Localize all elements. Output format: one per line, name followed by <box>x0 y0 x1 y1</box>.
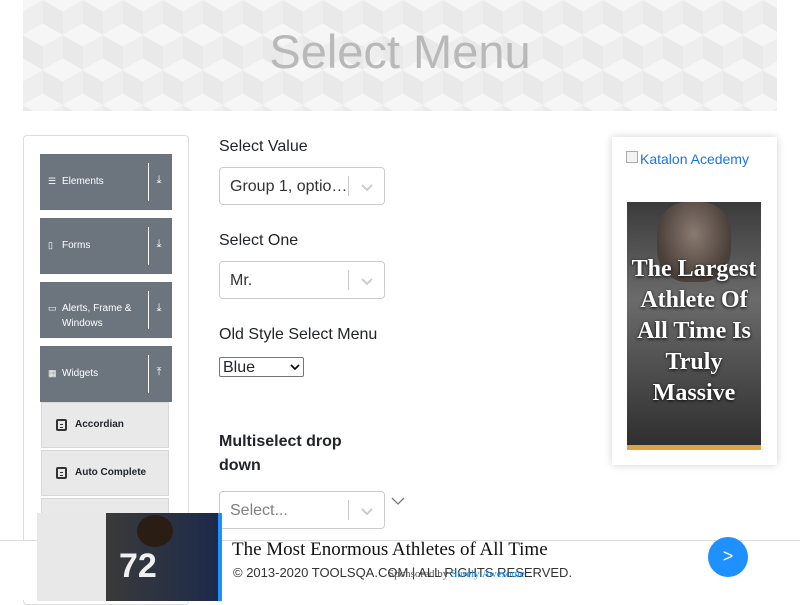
footer-ad-title[interactable]: The Most Enormous Athletes of All Time <box>232 539 548 561</box>
divider <box>348 176 349 196</box>
select-one-dropdown[interactable]: Mr. <box>219 261 385 299</box>
divider <box>348 270 349 290</box>
sidebar-group-alerts-frame-windows[interactable]: ▭ Alerts, Frame & Windows ⤓ <box>40 282 172 338</box>
sidebar-group-widgets[interactable]: ▦ Widgets ⤒ <box>40 346 172 402</box>
sidebar-group-label: Elements <box>62 176 104 187</box>
sponsored-by: Sponsored by Surely Awesome <box>388 568 525 580</box>
divider <box>148 355 149 393</box>
athlete-photo <box>137 515 173 547</box>
chevron-down-icon <box>290 364 300 371</box>
sidebar-item-accordian[interactable]: Accordian <box>41 402 169 448</box>
sidebar-item-auto-complete[interactable]: Auto Complete <box>41 450 169 496</box>
next-ad-button[interactable]: > <box>708 537 748 577</box>
sponsored-prefix: Sponsored by <box>388 568 449 580</box>
document-icon: ▯ <box>48 240 53 250</box>
select-value-dropdown[interactable]: Group 1, option 1 <box>219 167 385 205</box>
divider <box>348 500 349 520</box>
divider <box>148 291 149 329</box>
list-icon: ☰ <box>48 176 57 186</box>
chevron-down-icon[interactable] <box>391 496 405 506</box>
list-icon <box>56 419 67 431</box>
sidebar-group-label: Forms <box>62 240 91 251</box>
list-icon <box>56 467 67 479</box>
katalon-ad-link[interactable]: Katalon Acedemy <box>640 151 749 167</box>
collapse-arrow-icon[interactable]: ⤓ <box>152 302 166 315</box>
chevron-down-icon[interactable] <box>360 274 374 288</box>
divider <box>148 227 149 265</box>
chevron-down-icon[interactable] <box>360 504 374 518</box>
sidebar-group-forms[interactable]: ▯ Forms ⤓ <box>40 218 172 274</box>
multiselect-placeholder: Select... <box>230 502 288 519</box>
old-style-select-label: Old Style Select Menu <box>219 326 378 343</box>
window-icon: ▭ <box>48 303 57 313</box>
page-title: Select Menu <box>269 25 531 78</box>
select-value-selected: Group 1, option 1 <box>230 178 348 195</box>
collapse-arrow-icon[interactable]: ⤓ <box>152 238 166 251</box>
footer-ad-image[interactable]: 72 <box>37 513 222 601</box>
jersey-number: 72 <box>119 547 157 585</box>
multiselect-label: Multiselect drop down <box>219 433 342 474</box>
sidebar-group-label: Widgets <box>62 368 99 379</box>
expand-arrow-icon[interactable]: ⤒ <box>152 366 166 379</box>
ad-image[interactable]: The Largest Athlete Of All Time Is Truly… <box>627 202 761 450</box>
page-banner: Select Menu <box>23 0 777 111</box>
select-one-selected: Mr. <box>230 272 253 289</box>
sidebar-group-elements[interactable]: ☰ Elements ⤓ <box>40 154 172 210</box>
ad-panel[interactable]: Katalon Acedemy The Largest Athlete Of A… <box>612 137 777 465</box>
divider <box>148 163 149 201</box>
footer: 72 The Most Enormous Athletes of All Tim… <box>0 513 800 601</box>
old-style-selected: Blue <box>223 359 256 376</box>
chevron-down-icon[interactable] <box>360 180 374 194</box>
select-one-label: Select One <box>219 232 299 249</box>
select-value-label: Select Value <box>219 138 308 155</box>
grid-icon: ▦ <box>48 368 57 378</box>
sidebar-item-label: Auto Complete <box>75 467 147 478</box>
ad-headline: The Largest Athlete Of All Time Is Truly… <box>631 256 757 406</box>
multiselect-dropdown[interactable]: Select... <box>219 491 385 529</box>
broken-image-icon <box>626 151 638 163</box>
sidebar-item-label: Accordian <box>75 419 124 430</box>
old-style-select[interactable]: Blue <box>219 357 304 377</box>
sidebar-group-label: Alerts, Frame & Windows <box>62 303 132 329</box>
sponsor-link[interactable]: Surely Awesome <box>451 568 525 580</box>
collapse-arrow-icon[interactable]: ⤓ <box>152 174 166 187</box>
